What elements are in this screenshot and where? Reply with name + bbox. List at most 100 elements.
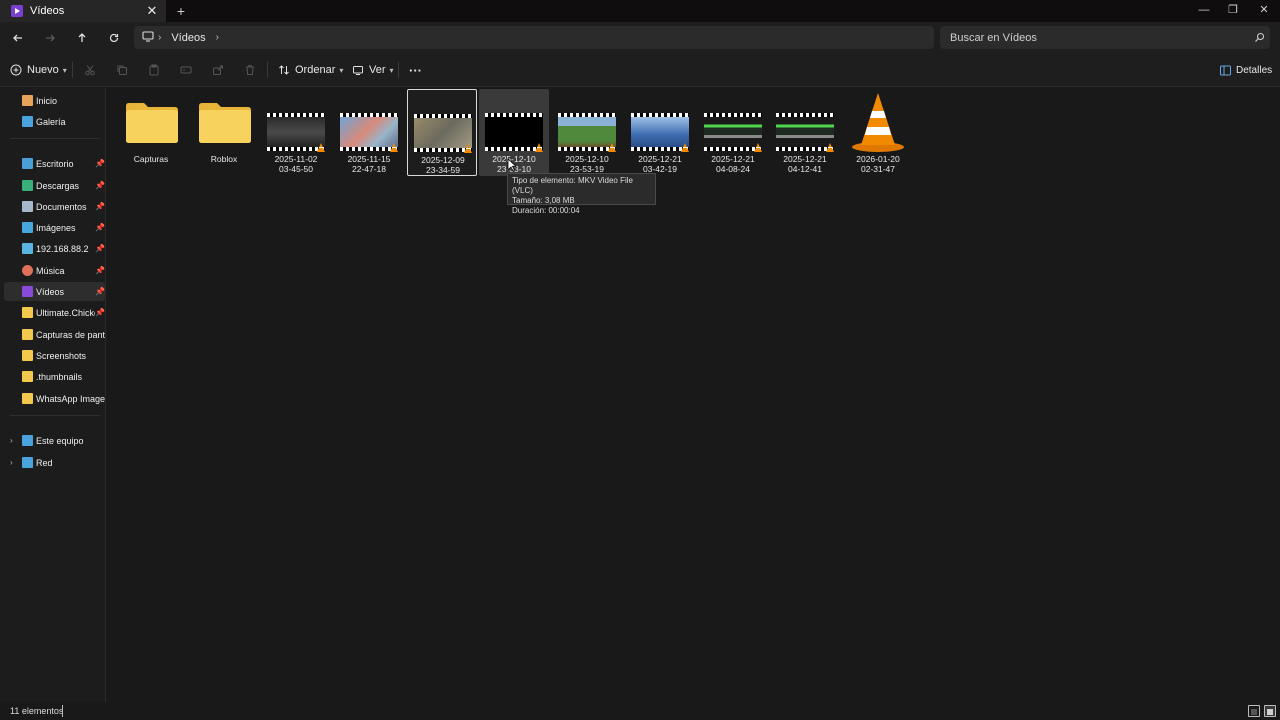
pictures-icon	[22, 222, 33, 233]
video-file-item-selected[interactable]: 2025-12-09 23-34-59	[407, 89, 477, 176]
video-file-item[interactable]: 2025-11-02 03-45-50	[261, 89, 331, 176]
vlc-cone-icon	[754, 143, 762, 152]
share-button[interactable]	[212, 60, 224, 80]
vlc-file-item[interactable]: 2026-01-20 02-31-47	[843, 89, 913, 176]
sidebar-item-thumbnails[interactable]: .thumbnails	[4, 367, 105, 386]
close-tab-button[interactable]: ✕	[142, 3, 162, 19]
vlc-cone-icon	[826, 143, 834, 152]
videos-icon	[22, 286, 33, 297]
file-name: 2025-12-09 23-34-59	[421, 155, 465, 175]
sidebar-item-escritorio[interactable]: Escritorio 📌	[4, 154, 105, 173]
arrow-left-icon	[13, 34, 22, 42]
sidebar-item-capturas-de-pantalla[interactable]: Capturas de pantall	[4, 325, 105, 344]
paste-button[interactable]	[148, 60, 160, 80]
forward-button[interactable]	[39, 27, 61, 49]
video-file-item[interactable]: 2025-11-15 22-47-18	[334, 89, 404, 176]
tab-videos[interactable]: Vídeos ✕	[0, 0, 166, 22]
file-name: 2025-11-02 03-45-50	[274, 154, 318, 174]
home-icon	[22, 95, 33, 106]
pin-icon[interactable]: 📌	[95, 244, 105, 253]
sidebar-item-descargas[interactable]: Descargas 📌	[4, 176, 105, 195]
plus-circle-icon	[10, 64, 22, 76]
cut-icon	[84, 64, 96, 76]
video-file-item[interactable]: 2025-12-21 03-42-19	[625, 89, 695, 176]
file-name: 2025-12-21 04-12-41	[783, 154, 827, 174]
pin-icon[interactable]: 📌	[95, 159, 105, 168]
sidebar-item-imagenes[interactable]: Imágenes 📌	[4, 218, 105, 237]
delete-button[interactable]	[244, 60, 256, 80]
view-button[interactable]: Ver ▾	[352, 60, 394, 80]
folder-item[interactable]: Capturas	[116, 89, 186, 176]
command-bar: Nuevo ▾ Ordenar ▾ Ver ▾ ··· Detalles	[0, 53, 1280, 87]
details-view-button[interactable]	[1248, 705, 1260, 717]
sidebar-item-screenshots[interactable]: Screenshots	[4, 346, 105, 365]
pin-icon[interactable]: 📌	[95, 223, 105, 232]
divider	[267, 62, 268, 78]
grid-view-icon	[1267, 709, 1273, 715]
chevron-down-icon: ▾	[389, 65, 394, 75]
new-tab-button[interactable]: +	[172, 2, 190, 20]
sidebar-item-network-drive[interactable]: 192.168.88.2 📌	[4, 239, 105, 258]
search-icon[interactable]	[1248, 27, 1270, 49]
sidebar-item-este-equipo[interactable]: › Este equipo	[4, 431, 105, 450]
details-button[interactable]: Detalles	[1220, 60, 1272, 80]
pin-icon[interactable]: 📌	[95, 266, 105, 275]
sidebar-item-galeria[interactable]: Galería	[4, 112, 105, 131]
mouse-cursor-icon	[507, 158, 516, 172]
copy-button[interactable]	[116, 60, 128, 80]
status-bar: 11 elementos	[0, 702, 1280, 720]
sidebar-item-red[interactable]: › Red	[4, 453, 105, 472]
minimize-button[interactable]: —	[1188, 0, 1220, 20]
sort-button[interactable]: Ordenar ▾	[278, 60, 343, 80]
vlc-cone-icon	[681, 143, 689, 152]
sidebar-item-documentos[interactable]: Documentos 📌	[4, 197, 105, 216]
pin-icon[interactable]: 📌	[95, 202, 105, 211]
file-name: Capturas	[133, 154, 169, 164]
cut-button[interactable]	[84, 60, 96, 80]
close-window-button[interactable]: ✕	[1248, 0, 1280, 20]
file-name: 2025-11-15 22-47-18	[347, 154, 391, 174]
folder-item[interactable]: Roblox	[189, 89, 259, 176]
refresh-button[interactable]	[103, 27, 125, 49]
share-icon	[212, 64, 224, 76]
chevron-right-icon[interactable]: ›	[158, 32, 161, 43]
arrow-right-icon	[46, 34, 55, 42]
address-bar[interactable]: › Vídeos ›	[134, 26, 934, 49]
video-file-item[interactable]: 2025-12-10 23-53-19	[552, 89, 622, 176]
paste-icon	[148, 64, 160, 76]
documents-icon	[22, 201, 33, 212]
pin-icon[interactable]: 📌	[95, 308, 105, 317]
chevron-right-icon[interactable]: ›	[10, 436, 13, 445]
divider	[72, 62, 73, 78]
sidebar-item-videos[interactable]: Vídeos 📌	[4, 282, 105, 301]
pin-icon[interactable]: 📌	[95, 181, 105, 190]
video-file-item[interactable]: 2025-12-21 04-08-24	[698, 89, 768, 176]
sidebar-item-inicio[interactable]: Inicio	[4, 91, 105, 110]
folder-icon	[22, 350, 33, 361]
chevron-right-icon[interactable]: ›	[10, 458, 13, 467]
sidebar-item-label: Ultimate.Chicke	[36, 307, 95, 318]
back-button[interactable]	[7, 27, 29, 49]
large-icons-view-button[interactable]	[1264, 705, 1276, 717]
search-placeholder: Buscar en Vídeos	[950, 31, 1037, 44]
sidebar-item-musica[interactable]: Música 📌	[4, 261, 105, 280]
maximize-button[interactable]: ❐	[1217, 0, 1249, 20]
sidebar-item-label: Este equipo	[36, 435, 84, 446]
tooltip-type: Tipo de elemento: MKV Video File (VLC)	[512, 176, 633, 195]
more-options-button[interactable]: ···	[409, 60, 422, 80]
sidebar-item-whatsapp-images[interactable]: WhatsApp Images	[4, 389, 105, 408]
sidebar-item-ultimate-chicken[interactable]: Ultimate.Chicke 📌	[4, 303, 105, 322]
sidebar-item-label: Capturas de pantall	[36, 329, 105, 340]
sidebar-item-label: .thumbnails	[36, 371, 83, 382]
breadcrumb-videos[interactable]: Vídeos	[171, 32, 205, 44]
sidebar-item-label: Escritorio	[36, 158, 74, 169]
pin-icon[interactable]: 📌	[95, 287, 105, 296]
chevron-right-icon[interactable]: ›	[216, 32, 219, 43]
rename-button[interactable]	[180, 60, 192, 80]
video-file-item[interactable]: 2025-12-21 04-12-41	[770, 89, 840, 176]
network-icon	[22, 457, 33, 468]
new-button[interactable]: Nuevo ▾	[10, 60, 67, 80]
search-input[interactable]: Buscar en Vídeos	[940, 26, 1270, 49]
up-button[interactable]	[71, 27, 93, 49]
vlc-cone-icon	[535, 143, 543, 152]
